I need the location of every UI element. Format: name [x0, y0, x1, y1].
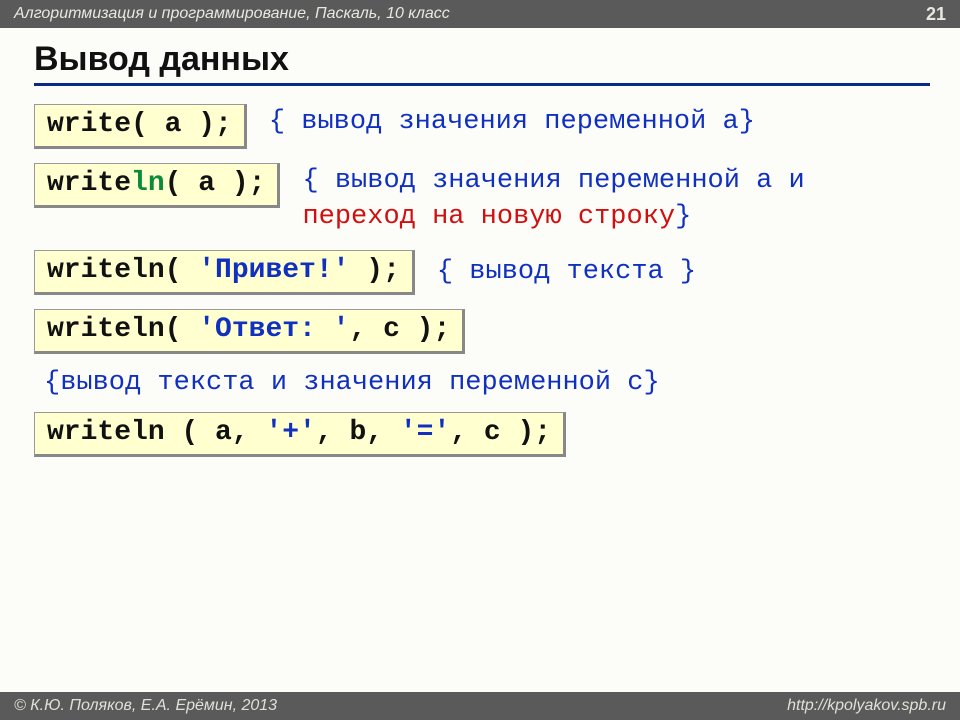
slide-title: Вывод данных	[34, 40, 960, 79]
comment-text: { вывод текста }	[437, 257, 696, 287]
code-highlight-green: ln	[131, 168, 165, 199]
code-text: writeln(	[47, 255, 198, 286]
code-text: , b,	[316, 417, 400, 448]
code-box: write( a );	[34, 104, 247, 149]
code-text: , c );	[450, 417, 551, 448]
code-comment: { вывод значения переменной a}	[269, 104, 755, 140]
slide-content: write( a ); { вывод значения переменной …	[0, 104, 960, 457]
code-text: write	[47, 168, 131, 199]
code-text: , c );	[349, 314, 450, 345]
code-text: write( a );	[47, 109, 232, 140]
copyright-label: © К.Ю. Поляков, Е.А. Ерёмин, 2013	[14, 697, 277, 715]
comment-text: { вывод значения переменной a и	[302, 166, 804, 196]
example-row: writeln( 'Ответ: ', c );	[34, 309, 926, 354]
code-box: writeln ( a, '+', b, '=', c );	[34, 412, 566, 457]
code-comment: { вывод значения переменной a и переход …	[302, 163, 926, 236]
example-row: writeln( a ); { вывод значения переменно…	[34, 163, 926, 236]
code-text: ( a );	[165, 168, 266, 199]
comment-highlight-red: переход на новую строку	[302, 202, 675, 232]
code-string-literal: 'Привет!'	[198, 255, 349, 286]
standalone-comment: {вывод текста и значения переменной c}	[44, 368, 926, 398]
footer-bar: © К.Ю. Поляков, Е.А. Ерёмин, 2013 http:/…	[0, 692, 960, 720]
code-string-literal: '+'	[265, 417, 315, 448]
comment-text: }	[675, 202, 691, 232]
title-rule	[34, 83, 930, 86]
code-text: writeln ( a,	[47, 417, 265, 448]
code-text: );	[349, 255, 399, 286]
code-box: writeln( 'Привет!' );	[34, 250, 415, 295]
code-box: writeln( 'Ответ: ', c );	[34, 309, 465, 354]
footer-link: http://kpolyakov.spb.ru	[787, 697, 946, 715]
comment-text: { вывод значения переменной a}	[269, 107, 755, 137]
course-label: Алгоритмизация и программирование, Паска…	[14, 5, 450, 23]
example-row: write( a ); { вывод значения переменной …	[34, 104, 926, 149]
code-string-literal: '='	[400, 417, 450, 448]
code-text: writeln(	[47, 314, 198, 345]
page-number: 21	[926, 4, 946, 25]
example-row: writeln( 'Привет!' ); { вывод текста }	[34, 250, 926, 295]
example-row: writeln ( a, '+', b, '=', c );	[34, 412, 926, 457]
code-string-literal: 'Ответ: '	[198, 314, 349, 345]
header-bar: Алгоритмизация и программирование, Паска…	[0, 0, 960, 28]
code-box: writeln( a );	[34, 163, 280, 208]
code-comment: { вывод текста }	[437, 254, 696, 290]
